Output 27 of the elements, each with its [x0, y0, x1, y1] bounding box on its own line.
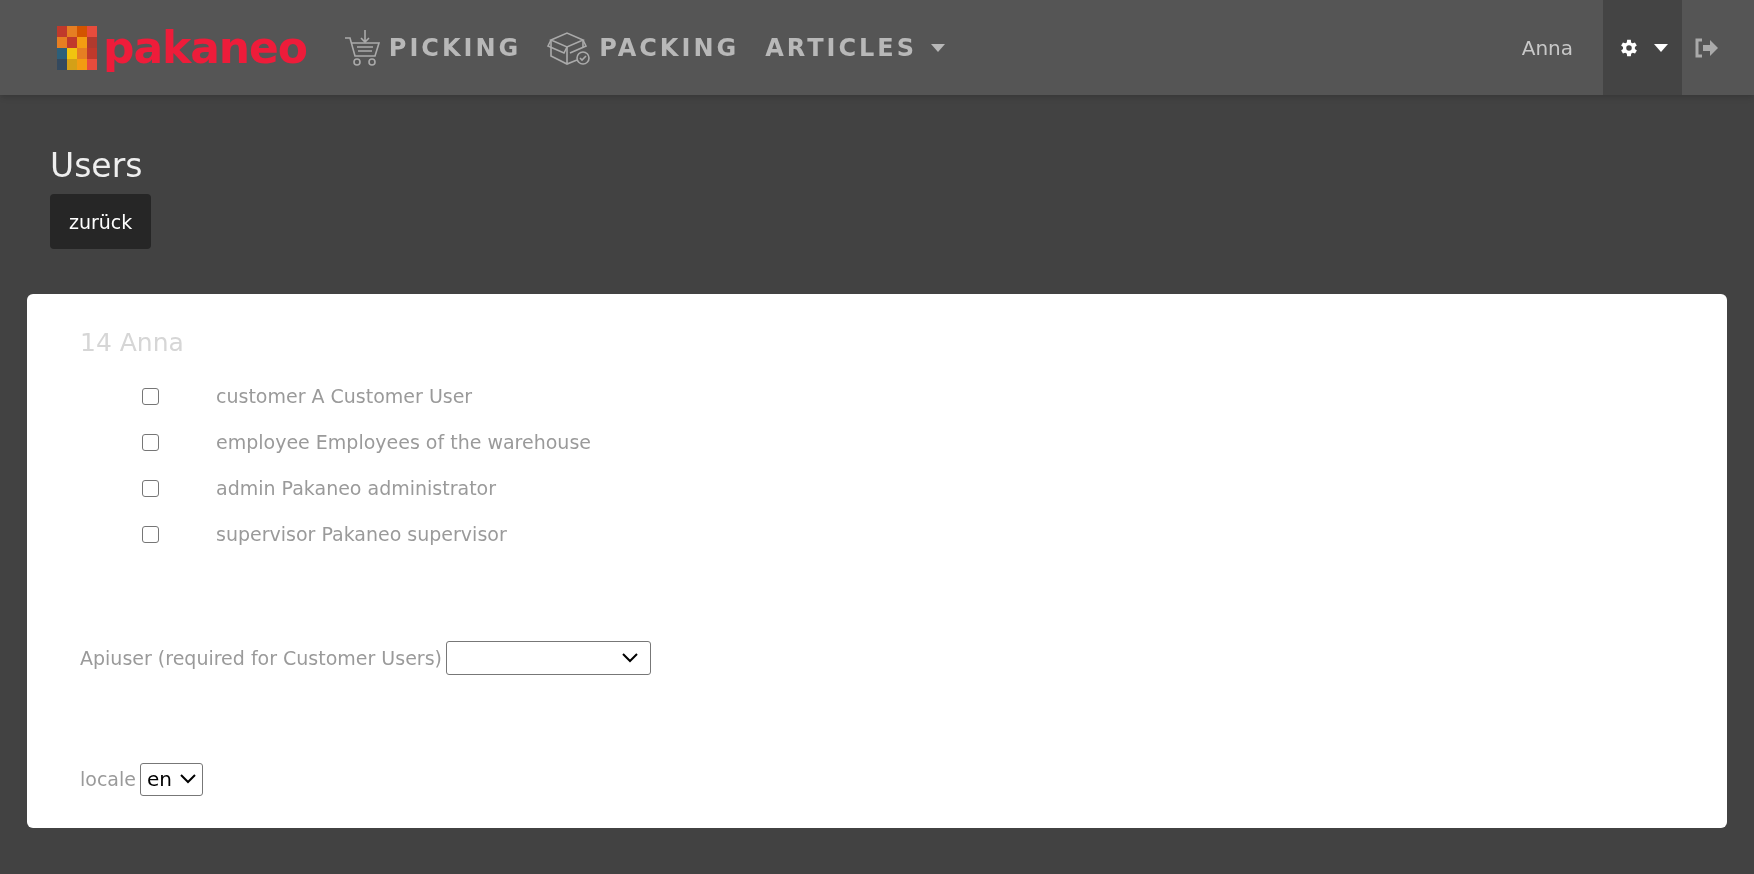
role-label: supervisor Pakaneo supervisor	[216, 522, 507, 547]
nav-link[interactable]: PICKING	[342, 27, 522, 68]
cart-icon	[342, 27, 381, 68]
field-label: Apiuser (required for Customer Users)	[80, 645, 442, 671]
caret-icon	[931, 43, 946, 52]
logo-icon	[57, 25, 97, 70]
role-label: employee Employees of the warehouse	[216, 430, 591, 455]
locale-select[interactable]: en	[139, 762, 203, 796]
page-title: Users	[50, 145, 144, 187]
back-button[interactable]: zurück	[50, 194, 152, 250]
caret-icon	[1653, 43, 1668, 52]
nav-link[interactable]: PACKING	[547, 29, 740, 66]
chevron-down-icon	[622, 652, 638, 663]
settings-menu-button[interactable]	[1603, 0, 1682, 95]
checkbox[interactable]	[142, 387, 159, 405]
logout-icon[interactable]	[1694, 37, 1718, 58]
box-icon	[547, 29, 592, 66]
nav-link[interactable]: ARTICLES	[765, 29, 946, 66]
role-label: customer A Customer User	[216, 384, 473, 409]
apiuser-select[interactable]	[446, 640, 651, 675]
chevron-down-icon	[179, 774, 196, 785]
role-label: admin Pakaneo administrator	[216, 476, 497, 501]
checkbox[interactable]	[142, 525, 159, 543]
checkbox[interactable]	[142, 433, 159, 451]
user-name[interactable]: Anna	[1521, 32, 1573, 63]
checkbox[interactable]	[142, 479, 159, 497]
field-label: locale	[80, 767, 136, 792]
